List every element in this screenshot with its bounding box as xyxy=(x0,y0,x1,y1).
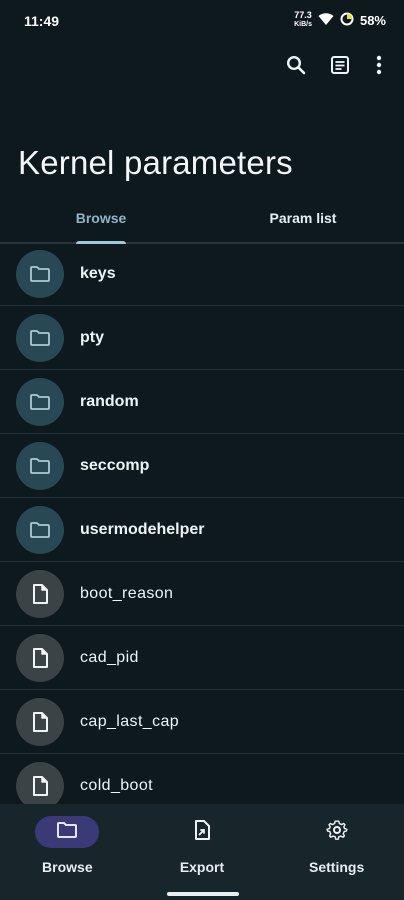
list-item[interactable]: keys xyxy=(0,242,404,306)
gear-icon xyxy=(326,819,348,846)
more-vert-icon xyxy=(376,55,382,80)
file-icon xyxy=(16,633,64,682)
list-item[interactable]: usermodehelper xyxy=(0,498,404,562)
tab-bar: Browse Param list xyxy=(0,196,404,244)
list-item-label: seccomp xyxy=(80,456,150,474)
network-speed-unit: KiB/s xyxy=(294,21,312,28)
network-speed: 77.3 KiB/s xyxy=(294,11,312,29)
nav-browse[interactable]: Browse xyxy=(0,804,135,900)
folder-icon xyxy=(16,505,64,554)
network-speed-value: 77.3 xyxy=(294,10,312,20)
nav-settings[interactable]: Settings xyxy=(269,804,404,900)
list-item-label: usermodehelper xyxy=(80,520,205,538)
more-options-button[interactable] xyxy=(362,50,396,84)
wifi-icon xyxy=(318,12,334,29)
file-icon xyxy=(16,569,64,618)
bottom-navigation: Browse Export Settings xyxy=(0,804,404,900)
parameter-list[interactable]: keys pty random seccomp usermodehelper b… xyxy=(0,242,404,804)
list-view-button[interactable] xyxy=(318,50,362,84)
tab-param-list-label: Param list xyxy=(269,210,337,226)
list-item-label: random xyxy=(80,392,139,410)
list-icon xyxy=(330,55,350,80)
list-item-label: cad_pid xyxy=(80,648,139,666)
export-file-icon xyxy=(193,819,211,846)
folder-icon xyxy=(16,249,64,298)
list-item-label: keys xyxy=(80,264,116,282)
battery-icon xyxy=(340,12,354,29)
nav-settings-pill xyxy=(305,816,369,848)
list-item[interactable]: cold_boot xyxy=(0,754,404,804)
nav-export-pill xyxy=(170,816,234,848)
search-button[interactable] xyxy=(274,50,318,84)
tab-browse-label: Browse xyxy=(75,210,127,226)
page-title: Kernel parameters xyxy=(18,144,293,181)
status-time: 11:49 xyxy=(24,13,60,29)
list-item-label: pty xyxy=(80,328,104,346)
folder-icon xyxy=(16,441,64,490)
file-icon xyxy=(16,697,64,746)
file-icon xyxy=(16,761,64,804)
nav-browse-pill xyxy=(35,816,100,848)
nav-export-label: Export xyxy=(179,859,225,875)
tab-browse[interactable]: Browse xyxy=(0,196,202,244)
list-item[interactable]: random xyxy=(0,370,404,434)
battery-percent: 58% xyxy=(359,12,386,28)
nav-export[interactable]: Export xyxy=(135,804,270,900)
list-item[interactable]: cap_last_cap xyxy=(0,690,404,754)
list-item[interactable]: pty xyxy=(0,306,404,370)
nav-settings-label: Settings xyxy=(309,859,365,875)
status-icons: 77.3 KiB/s 58% xyxy=(294,11,386,29)
list-item-label: cap_last_cap xyxy=(80,712,180,730)
gesture-bar[interactable] xyxy=(167,892,239,896)
folder-icon xyxy=(56,821,78,844)
list-item[interactable]: boot_reason xyxy=(0,562,404,626)
search-icon xyxy=(286,55,306,80)
tab-param-list[interactable]: Param list xyxy=(202,196,404,242)
toolbar xyxy=(274,50,396,84)
list-item-label: cold_boot xyxy=(80,776,153,794)
list-item[interactable]: seccomp xyxy=(0,434,404,498)
status-bar: 11:49 77.3 KiB/s 58% xyxy=(0,0,404,42)
list-item[interactable]: cad_pid xyxy=(0,626,404,690)
nav-browse-label: Browse xyxy=(42,859,93,875)
list-item-label: boot_reason xyxy=(80,584,174,602)
folder-icon xyxy=(16,313,64,362)
folder-icon xyxy=(16,377,64,426)
